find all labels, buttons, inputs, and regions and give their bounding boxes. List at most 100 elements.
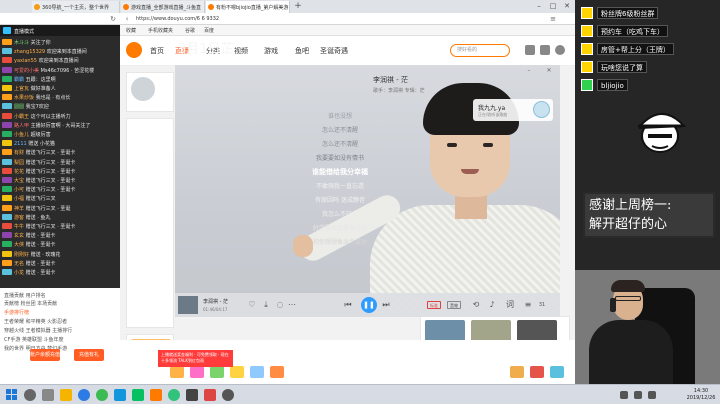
- video-thumb[interactable]: [517, 320, 557, 342]
- chat-nickname[interactable]: 小可: [14, 187, 24, 193]
- panel-row[interactable]: 王者荣耀 和平精英 火影忍者: [4, 318, 67, 325]
- gift-icon[interactable]: [230, 366, 244, 378]
- maximize-icon[interactable]: □: [546, 1, 560, 12]
- more-icon[interactable]: ⋯: [287, 300, 297, 310]
- network-icon[interactable]: [620, 391, 628, 399]
- chat-nickname[interactable]: 水果炒饭: [14, 95, 34, 101]
- chat-nickname[interactable]: 可爱的小美: [14, 68, 39, 74]
- chat-nickname[interactable]: 玄玄: [14, 233, 24, 239]
- tab-360-nav[interactable]: 360导航_一个主页，整个世界: [32, 1, 120, 13]
- chat-nickname[interactable]: yaxian55: [14, 58, 37, 64]
- next-icon[interactable]: ⏭: [381, 300, 391, 310]
- douyu-icon[interactable]: [150, 389, 162, 401]
- avatar[interactable]: [555, 45, 565, 55]
- volume-icon[interactable]: ♪: [487, 300, 497, 310]
- music-icon[interactable]: [168, 389, 180, 401]
- tab-game-live[interactable]: 游戏直播_全部游戏直播_斗鱼直: [121, 1, 205, 13]
- gift-icon[interactable]: [250, 366, 264, 378]
- nav-event[interactable]: 圣诞奇遇: [320, 46, 348, 56]
- browser-icon[interactable]: [78, 389, 90, 401]
- panel-row[interactable]: CF手游 英雄联盟 斗鱼年度: [4, 336, 64, 343]
- playlist-icon[interactable]: ≡: [523, 300, 533, 310]
- menu-icon[interactable]: ≡: [548, 14, 558, 24]
- input-method-icon[interactable]: [648, 391, 656, 399]
- douyu-logo[interactable]: [126, 42, 142, 58]
- gift-icon[interactable]: [270, 366, 284, 378]
- bookmark-item[interactable]: 谷歌: [185, 27, 195, 34]
- pause-button[interactable]: ❚❚: [361, 297, 377, 313]
- qq-icon[interactable]: [114, 389, 126, 401]
- chat-nickname[interactable]: 2111: [14, 141, 27, 147]
- chat-nickname[interactable]: 梨园: [14, 160, 24, 166]
- video-thumb[interactable]: [471, 320, 511, 342]
- panel-row[interactable]: 穿越火线 王者模拟器 主播排行: [4, 327, 72, 334]
- recharge-gift-button[interactable]: 充值有礼: [74, 349, 104, 361]
- chat-nickname[interactable]: 小鱼儿: [14, 132, 29, 138]
- chat-nickname[interactable]: 霸霸: [14, 77, 24, 83]
- gift-icon[interactable]: [550, 366, 564, 378]
- minimize-icon[interactable]: –: [532, 1, 546, 12]
- chat-nickname[interactable]: 圆圆: [14, 104, 24, 110]
- back-icon[interactable]: ‹: [122, 14, 132, 24]
- album-cover[interactable]: [178, 296, 198, 314]
- chat-nickname[interactable]: 木斗斗: [14, 40, 29, 46]
- panel-row[interactable]: 贡献榜 粉丝团 本场贡献: [4, 300, 57, 307]
- chat-nickname[interactable]: 上官瓦: [14, 86, 29, 92]
- chat-nickname[interactable]: 刚刚好: [14, 252, 29, 258]
- file-explorer-icon[interactable]: [60, 389, 72, 401]
- minimize-icon[interactable]: –: [525, 67, 533, 75]
- obs-icon[interactable]: [186, 389, 198, 401]
- chat-nickname[interactable]: 神羊: [14, 206, 24, 212]
- download-icon[interactable]: [540, 45, 550, 55]
- chat-nickname[interactable]: zhang15329: [14, 49, 45, 55]
- previous-icon[interactable]: ⏮: [343, 300, 353, 310]
- search-icon[interactable]: [24, 389, 36, 401]
- comment-icon[interactable]: ◌: [275, 300, 285, 310]
- task-view-icon[interactable]: [42, 389, 54, 401]
- refresh-icon[interactable]: ↻: [108, 14, 118, 24]
- listener-chip[interactable]: 我九九.ya 正在/收听该歌曲: [473, 99, 553, 121]
- gift-icon[interactable]: [510, 366, 524, 378]
- chat-nickname[interactable]: 路人甲: [14, 123, 29, 129]
- effect-badge[interactable]: 音效: [447, 301, 461, 309]
- chat-nickname[interactable]: 牛牛: [14, 224, 24, 230]
- heart-icon[interactable]: ♡: [247, 300, 257, 310]
- volume-icon[interactable]: [634, 391, 642, 399]
- bookmark-item[interactable]: 收藏: [126, 27, 136, 34]
- chat-nickname[interactable]: 小霸王: [14, 114, 29, 120]
- gift-icon[interactable]: [170, 366, 184, 378]
- wechat-icon[interactable]: [132, 389, 144, 401]
- tab-active-stream[interactable]: 有粉不嗯bjiojio直播_第户解美游: [206, 1, 290, 13]
- windows-start-icon[interactable]: [6, 389, 17, 400]
- app-icon[interactable]: [222, 389, 234, 401]
- quality-badge[interactable]: 标准: [427, 301, 441, 309]
- panel-row[interactable]: 直播贡献 用户排名: [4, 292, 46, 299]
- app-icon[interactable]: [204, 389, 216, 401]
- nav-game[interactable]: 游戏: [264, 46, 278, 56]
- download-icon[interactable]: ⤓: [261, 300, 271, 310]
- video-thumb[interactable]: [425, 320, 465, 342]
- recharge-button[interactable]: 账户余额充值: [30, 349, 60, 361]
- nav-fishbar[interactable]: 鱼吧: [295, 46, 309, 56]
- close-icon[interactable]: ✕: [545, 67, 553, 75]
- chat-nickname[interactable]: 大侠: [14, 242, 24, 248]
- promo-banner[interactable]: 上播就送奖金福利 · 可免费领取 · 现在十多领流 TALK到红包雨: [158, 350, 233, 367]
- url-field[interactable]: https://www.douyu.com/6 6 9332: [136, 15, 436, 23]
- new-tab-button[interactable]: +: [292, 1, 304, 13]
- lyrics-icon[interactable]: 词: [505, 300, 515, 310]
- anchor-card[interactable]: [126, 72, 174, 112]
- chat-nickname[interactable]: 无名: [14, 261, 24, 267]
- nav-video[interactable]: 视频: [234, 46, 248, 56]
- gift-icon[interactable]: [530, 366, 544, 378]
- nav-home[interactable]: 首页: [150, 46, 164, 56]
- chat-nickname[interactable]: 花花: [14, 169, 24, 175]
- panel-row[interactable]: 手游排行榜: [4, 309, 29, 316]
- history-icon[interactable]: [525, 45, 535, 55]
- bookmark-item[interactable]: 手机收藏夹: [148, 27, 173, 34]
- chat-nickname[interactable]: 小龙: [14, 270, 24, 276]
- gift-icon[interactable]: [210, 366, 224, 378]
- chat-nickname[interactable]: 有财: [14, 150, 24, 156]
- loop-icon[interactable]: ⟲: [471, 300, 481, 310]
- close-icon[interactable]: ✕: [560, 1, 574, 12]
- browser-360-icon[interactable]: [96, 389, 108, 401]
